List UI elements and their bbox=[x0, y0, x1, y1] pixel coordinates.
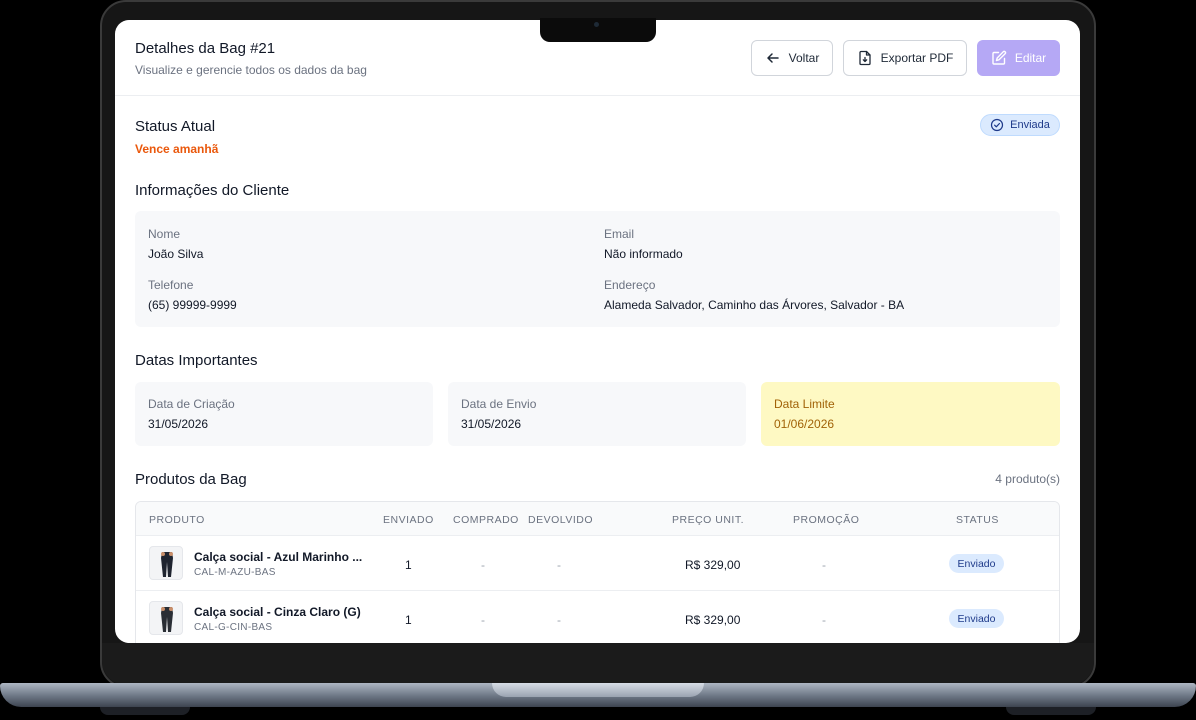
edit-button-label: Editar bbox=[1014, 51, 1047, 65]
product-thumbnail bbox=[149, 601, 183, 635]
column-header-returned: DEVOLVIDO bbox=[528, 514, 593, 526]
dates-section-title: Datas Importantes bbox=[135, 352, 258, 369]
product-name: Calça social - Cinza Claro (G) bbox=[194, 605, 361, 619]
row-status-badge: Enviado bbox=[949, 554, 1004, 573]
pants-thumbnail-icon bbox=[161, 607, 173, 632]
products-section-title: Produtos da Bag bbox=[135, 471, 247, 488]
column-header-bought: COMPRADO bbox=[453, 514, 519, 526]
client-name-label: Nome bbox=[148, 227, 181, 241]
client-section-title: Informações do Cliente bbox=[135, 182, 290, 199]
page-title: Detalhes da Bag #21 bbox=[135, 40, 276, 57]
products-count: 4 produto(s) bbox=[995, 472, 1060, 486]
export-pdf-button[interactable]: Exportar PDF bbox=[843, 40, 967, 76]
limit-date-label: Data Limite bbox=[774, 397, 835, 411]
sent-date-label: Data de Envio bbox=[461, 397, 537, 411]
status-badge-label: Enviada bbox=[1010, 119, 1050, 131]
status-badge: Enviada bbox=[980, 114, 1060, 136]
client-phone-value: (65) 99999-9999 bbox=[148, 298, 237, 312]
column-header-status: STATUS bbox=[956, 514, 999, 526]
limit-date-card: Data Limite 01/06/2026 bbox=[761, 382, 1060, 446]
arrow-left-icon bbox=[766, 53, 779, 63]
products-table-header: PRODUTO ENVIADO COMPRADO DEVOLVIDO PREÇO… bbox=[136, 502, 1059, 536]
column-header-promotion: PROMOÇÃO bbox=[793, 514, 860, 526]
edit-button[interactable]: Editar bbox=[977, 40, 1060, 76]
creation-date-value: 31/05/2026 bbox=[148, 417, 209, 431]
client-address-label: Endereço bbox=[604, 278, 656, 292]
product-name: Calça social - Azul Marinho ... bbox=[194, 550, 363, 564]
edit-icon bbox=[992, 50, 1006, 65]
laptop-foot-right bbox=[1006, 707, 1096, 715]
product-sku: CAL-G-CIN-BAS bbox=[194, 622, 273, 633]
sent-date-card: Data de Envio 31/05/2026 bbox=[448, 382, 746, 446]
check-circle-icon bbox=[990, 118, 1004, 132]
laptop-bezel bbox=[102, 643, 1094, 685]
creation-date-label: Data de Criação bbox=[148, 397, 235, 411]
creation-date-card: Data de Criação 31/05/2026 bbox=[135, 382, 433, 446]
promotion-value: - bbox=[822, 558, 826, 572]
products-table: PRODUTO ENVIADO COMPRADO DEVOLVIDO PREÇO… bbox=[135, 501, 1060, 643]
client-phone-label: Telefone bbox=[148, 278, 194, 292]
export-pdf-label: Exportar PDF bbox=[880, 51, 954, 65]
sent-quantity: 1 bbox=[405, 558, 412, 572]
sent-date-value: 31/05/2026 bbox=[461, 417, 522, 431]
client-name-value: João Silva bbox=[148, 247, 204, 261]
row-status-badge: Enviado bbox=[949, 609, 1004, 628]
camera-notch bbox=[540, 18, 656, 42]
unit-price: R$ 329,00 bbox=[685, 613, 741, 627]
limit-date-value: 01/06/2026 bbox=[774, 417, 835, 431]
returned-quantity: - bbox=[557, 558, 561, 572]
column-header-product: PRODUTO bbox=[149, 514, 205, 526]
column-header-sent: ENVIADO bbox=[383, 514, 434, 526]
back-button[interactable]: Voltar bbox=[751, 40, 833, 76]
promotion-value: - bbox=[822, 613, 826, 627]
laptop-base-notch bbox=[492, 683, 704, 697]
client-info-card: Nome João Silva Email Não informado Tele… bbox=[135, 211, 1060, 327]
table-row[interactable]: Calça social - Azul Marinho ... CAL-M-AZ… bbox=[136, 536, 1059, 591]
client-address-value: Alameda Salvador, Caminho das Árvores, S… bbox=[604, 298, 905, 312]
page-subtitle: Visualize e gerencie todos os dados da b… bbox=[135, 63, 367, 77]
product-thumbnail bbox=[149, 546, 183, 580]
column-header-unit-price: PREÇO UNIT. bbox=[672, 514, 745, 526]
table-row[interactable]: Calça social - Cinza Claro (G) CAL-G-CIN… bbox=[136, 591, 1059, 643]
product-sku: CAL-M-AZU-BAS bbox=[194, 567, 276, 578]
client-email-value: Não informado bbox=[604, 247, 683, 261]
status-title: Status Atual bbox=[135, 118, 216, 135]
unit-price: R$ 329,00 bbox=[685, 558, 741, 572]
due-warning: Vence amanhã bbox=[135, 142, 219, 156]
laptop-foot-left bbox=[100, 707, 190, 715]
sent-quantity: 1 bbox=[405, 613, 412, 627]
pants-thumbnail-icon bbox=[161, 552, 173, 577]
back-button-label: Voltar bbox=[788, 51, 820, 65]
bought-quantity: - bbox=[481, 558, 485, 572]
app-screen: Detalhes da Bag #21 Visualize e gerencie… bbox=[115, 20, 1080, 643]
file-download-icon bbox=[859, 50, 871, 66]
bought-quantity: - bbox=[481, 613, 485, 627]
client-email-label: Email bbox=[604, 227, 635, 241]
returned-quantity: - bbox=[557, 613, 561, 627]
